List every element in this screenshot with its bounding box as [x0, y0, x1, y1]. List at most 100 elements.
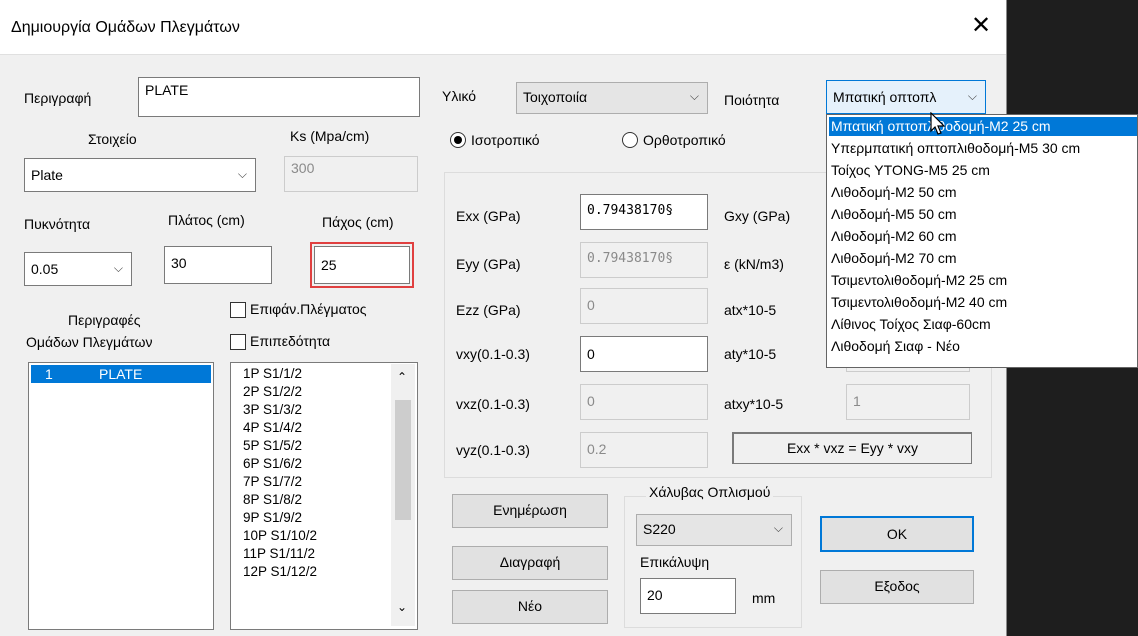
vxz-label: vxz(0.1-0.3) — [456, 396, 530, 412]
list-item[interactable]: 10P S1/10/2 — [243, 529, 317, 543]
quality-option[interactable]: Λιθοδομή-Μ2 70 cm — [829, 249, 957, 268]
density-select-value: 0.05 — [31, 261, 59, 277]
mesh-surface-label: Επιφάν.Πλέγματος — [250, 301, 367, 317]
chevron-down-icon: ⌵ — [689, 89, 699, 103]
exx-label: Exx (GPa) — [456, 208, 521, 224]
quality-option[interactable]: Υπερμπατική οπτοπλιθοδομή-Μ5 30 cm — [829, 139, 1080, 158]
ok-button[interactable]: OK — [820, 516, 974, 552]
width-input[interactable]: 30 — [164, 246, 272, 284]
element-select-value: Plate — [31, 167, 63, 183]
chevron-down-icon: ⌵ — [237, 167, 247, 181]
vxy-label: vxy(0.1-0.3) — [456, 346, 530, 362]
delete-button[interactable]: Διαγραφή — [452, 546, 608, 580]
strips-scrollbar[interactable]: ⌃ ⌄ — [391, 364, 415, 626]
list-item[interactable]: 6P S1/6/2 — [243, 457, 302, 471]
quality-label: Ποιότητα — [724, 92, 780, 108]
quality-option[interactable]: Λίθινος Τοίχος Σιαφ-60cm — [829, 315, 991, 334]
gxy-label: Gxy (GPa) — [724, 208, 791, 224]
density-select[interactable]: 0.05 ⌵ — [24, 252, 132, 286]
highlight-frame — [310, 242, 414, 288]
list-item[interactable]: 1P S1/1/2 — [243, 367, 302, 381]
group-name: PLATE — [99, 366, 143, 382]
list-item[interactable]: 7P S1/7/2 — [243, 475, 302, 489]
scroll-up-icon[interactable]: ⌃ — [397, 370, 407, 384]
group-number: 1 — [45, 366, 53, 382]
eps-label: ε (kN/m3) — [724, 256, 784, 272]
orthotropic-label: Ορθοτροπικό — [643, 132, 726, 148]
description-label: Περιγραφή — [24, 90, 92, 106]
list-item[interactable]: 9P S1/9/2 — [243, 511, 302, 525]
quality-option[interactable]: Λιθοδομή Σιαφ - Νέο — [829, 337, 960, 356]
eyy-input: 0.79438170§ — [580, 242, 708, 278]
chevron-down-icon: ⌵ — [113, 261, 123, 275]
quality-option[interactable]: Τοίχος YTONG-M5 25 cm — [829, 161, 990, 180]
element-label: Στοιχείο — [88, 131, 137, 147]
list-item[interactable]: 2P S1/2/2 — [243, 385, 302, 399]
cover-input[interactable]: 20 — [640, 578, 736, 614]
eyy-label: Eyy (GPa) — [456, 256, 521, 272]
groups-label-line1: Περιγραφές — [68, 312, 141, 328]
window-title: Δημιουργία Ομάδων Πλεγμάτων — [11, 19, 240, 36]
groups-label-line2: Ομάδων Πλεγμάτων — [26, 334, 153, 350]
scrollbar-thumb[interactable] — [395, 400, 411, 520]
ezz-input: 0 — [580, 288, 708, 324]
ezz-label: Ezz (GPa) — [456, 302, 521, 318]
ks-input: 300 — [284, 156, 418, 192]
list-item[interactable]: 4P S1/4/2 — [243, 421, 302, 435]
groups-listbox[interactable]: 1 PLATE — [28, 362, 214, 630]
orthotropic-radio[interactable] — [622, 132, 638, 148]
mesh-surface-checkbox[interactable] — [230, 302, 246, 318]
strips-listbox[interactable]: 1P S1/1/2 2P S1/2/2 3P S1/3/2 4P S1/4/2 … — [230, 362, 418, 630]
isotropic-radio[interactable] — [450, 132, 466, 148]
width-label: Πλάτος (cm) — [168, 212, 245, 228]
title-bar: Δημιουργία Ομάδων Πλεγμάτων ✕ — [0, 0, 1006, 55]
list-item[interactable]: 3P S1/3/2 — [243, 403, 302, 417]
mouse-cursor-icon — [930, 112, 946, 135]
atxy-label: atxy*10-5 — [724, 396, 784, 412]
planarity-label: Επιπεδότητα — [250, 333, 331, 349]
planarity-checkbox[interactable] — [230, 334, 246, 350]
vyz-label: vyz(0.1-0.3) — [456, 442, 530, 458]
list-item[interactable]: 12P S1/12/2 — [243, 565, 317, 579]
steel-select-value: S220 — [643, 521, 676, 537]
scroll-down-icon[interactable]: ⌄ — [397, 600, 407, 614]
close-icon[interactable]: ✕ — [966, 12, 996, 40]
isotropic-label: Ισοτροπικό — [471, 132, 540, 148]
exx-input[interactable]: 0.79438170§ — [580, 194, 708, 230]
list-item[interactable]: 5P S1/5/2 — [243, 439, 302, 453]
quality-option[interactable]: Λιθοδομή-Μ2 60 cm — [829, 227, 957, 246]
new-button[interactable]: Νέο — [452, 590, 608, 624]
density-label: Πυκνότητα — [24, 216, 91, 232]
element-select[interactable]: Plate ⌵ — [24, 158, 256, 192]
atxy-input: 1 — [846, 384, 970, 420]
quality-option[interactable]: Τσιμεντολιθοδομή-Μ2 25 cm — [829, 271, 1007, 290]
aty-label: aty*10-5 — [724, 346, 777, 362]
material-label: Υλικό — [442, 88, 477, 104]
update-button[interactable]: Ενημέρωση — [452, 494, 608, 528]
cover-label: Επικάλυψη — [640, 554, 710, 570]
quality-option[interactable]: Λιθοδομή-Μ5 50 cm — [829, 205, 957, 224]
material-select-value: Τοιχοποιία — [523, 89, 588, 105]
ks-label: Ks (Mpa/cm) — [290, 128, 370, 144]
thickness-label: Πάχος (cm) — [322, 214, 394, 230]
quality-dropdown-list[interactable]: Μπατική οπτοπλιθοδομή-Μ2 25 cm Υπερμπατι… — [826, 114, 1138, 368]
vxy-input[interactable]: 0 — [580, 336, 708, 372]
list-item[interactable]: 1 PLATE — [31, 365, 211, 383]
quality-select-value: Μπατική οπτοπλ — [833, 89, 937, 105]
cover-unit-label: mm — [752, 590, 776, 606]
formula-label: Exx * vxz = Eyy * vxy — [732, 432, 972, 464]
list-item[interactable]: 11P S1/11/2 — [243, 547, 315, 561]
material-select[interactable]: Τοιχοποιία ⌵ — [516, 82, 708, 114]
vyz-input: 0.2 — [580, 432, 708, 468]
chevron-down-icon: ⌵ — [967, 89, 977, 103]
quality-option[interactable]: Μπατική οπτοπλιθοδομή-Μ2 25 cm — [829, 117, 1137, 136]
atx-label: atx*10-5 — [724, 302, 777, 318]
list-item[interactable]: 8P S1/8/2 — [243, 493, 302, 507]
chevron-down-icon: ⌵ — [773, 521, 783, 535]
steel-select[interactable]: S220 ⌵ — [636, 514, 792, 546]
quality-select[interactable]: Μπατική οπτοπλ ⌵ — [826, 80, 986, 114]
description-input[interactable]: PLATE — [138, 77, 420, 117]
exit-button[interactable]: Εξοδος — [820, 570, 974, 604]
quality-option[interactable]: Λιθοδομή-Μ2 50 cm — [829, 183, 957, 202]
quality-option[interactable]: Τσιμεντολιθοδομή-Μ2 40 cm — [829, 293, 1007, 312]
